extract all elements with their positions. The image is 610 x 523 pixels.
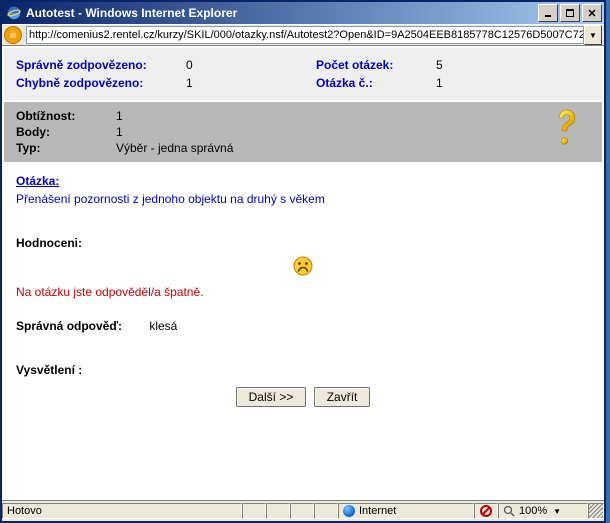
wrong-value: 1 xyxy=(186,74,316,92)
status-sep2 xyxy=(266,503,290,519)
security-zone: Internet xyxy=(338,503,474,519)
minimize-button[interactable] xyxy=(538,4,558,22)
title-bar: Autotest - Windows Internet Explorer xyxy=(2,0,604,24)
qnum-value: 1 xyxy=(436,74,590,92)
stats-panel: Správně zodpovězeno: 0 Počet otázek: 5 C… xyxy=(4,48,602,100)
type-label: Typ: xyxy=(16,140,116,156)
explanation-label: Vysvětlení : xyxy=(16,363,590,377)
next-button[interactable]: Další >> xyxy=(236,387,307,407)
status-sep3 xyxy=(290,503,314,519)
question-header: Otázka: xyxy=(16,174,590,188)
close-window-button[interactable] xyxy=(582,4,602,22)
ie-logo-icon xyxy=(6,5,22,21)
sad-face-icon xyxy=(16,256,590,279)
zoom-dropdown-icon: ▼ xyxy=(553,507,561,516)
status-bar: Hotovo Internet 100% ▼ xyxy=(2,500,604,521)
maximize-button[interactable] xyxy=(560,4,580,22)
difficulty-label: Obtížnost: xyxy=(16,108,116,124)
zoom-cell[interactable]: 100% ▼ xyxy=(498,503,588,519)
correct-answer-label: Správná odpověď: xyxy=(16,319,146,333)
wrong-label: Chybně zodpovězeno: xyxy=(16,74,186,92)
wrong-answer-text: Na otázku jste odpověděl/a špatně. xyxy=(16,285,590,299)
correct-value: 0 xyxy=(186,56,316,74)
qnum-label: Otázka č.: xyxy=(316,74,436,92)
close-button[interactable]: Zavřít xyxy=(314,387,371,407)
zone-text: Internet xyxy=(359,505,396,517)
window-title: Autotest - Windows Internet Explorer xyxy=(26,6,538,20)
resize-grip[interactable] xyxy=(588,503,604,519)
page-content: Správně zodpovězeno: 0 Počet otázek: 5 C… xyxy=(2,46,604,500)
question-text: Přenášení pozornosti z jednoho objektu n… xyxy=(16,192,590,206)
question-mark-icon xyxy=(552,108,582,151)
zoom-icon xyxy=(503,505,515,517)
type-value: Výběr - jedna správná xyxy=(116,140,233,156)
site-icon: iii xyxy=(4,26,22,44)
points-value: 1 xyxy=(116,124,233,140)
total-label: Počet otázek: xyxy=(316,56,436,74)
zoom-value: 100% xyxy=(519,505,547,517)
points-label: Body: xyxy=(16,124,116,140)
globe-icon xyxy=(343,505,355,517)
address-dropdown-button[interactable]: ▼ xyxy=(584,25,602,45)
status-sep4 xyxy=(314,503,338,519)
status-sep1 xyxy=(242,503,266,519)
correct-label: Správně zodpovězeno: xyxy=(16,56,186,74)
question-meta-panel: Obtížnost:1 Body:1 Typ:Výběr - jedna spr… xyxy=(4,102,602,162)
status-text: Hotovo xyxy=(2,503,242,519)
protected-mode-icon xyxy=(474,503,498,519)
correct-answer-value: klesá xyxy=(149,319,177,333)
address-bar: iii http://comenius2.rentel.cz/kurzy/SKI… xyxy=(2,24,604,46)
difficulty-value: 1 xyxy=(116,108,233,124)
url-field[interactable]: http://comenius2.rentel.cz/kurzy/SKIL/00… xyxy=(26,26,584,44)
total-value: 5 xyxy=(436,56,590,74)
evaluation-header: Hodnoceni: xyxy=(16,236,590,250)
